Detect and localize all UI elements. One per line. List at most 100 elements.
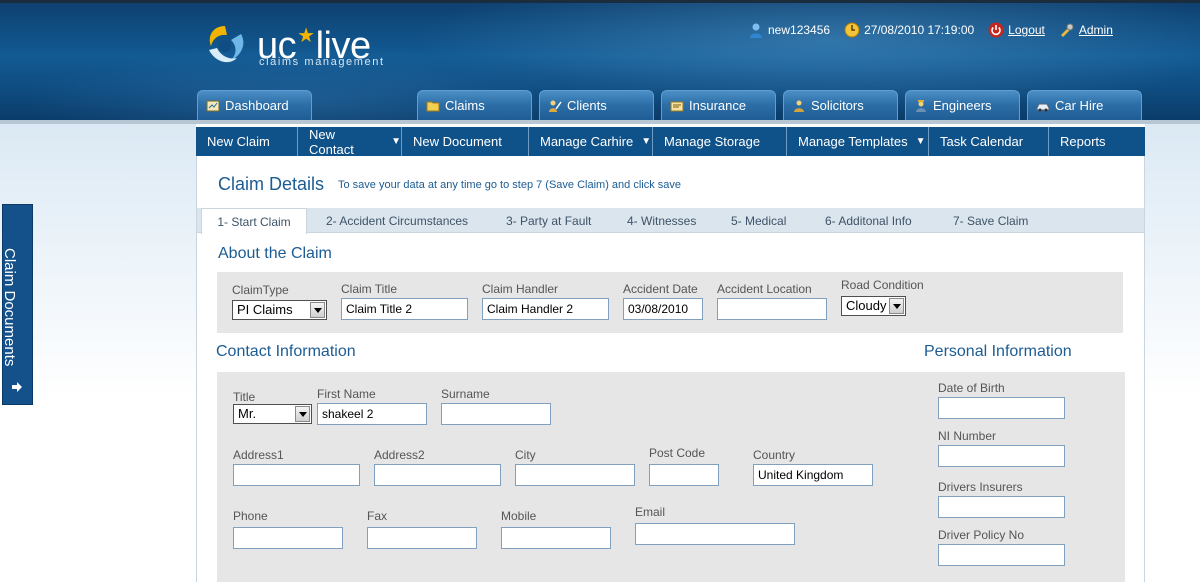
- fax-label: Fax: [367, 509, 388, 523]
- tab-label: Claims: [445, 98, 485, 113]
- submenu-label: Reports: [1060, 134, 1106, 149]
- surname-label: Surname: [441, 387, 490, 401]
- step-tab-additional-info[interactable]: 6- Additonal Info: [825, 208, 912, 233]
- page-hint: To save your data at any time go to step…: [338, 179, 681, 191]
- claim-handler-input[interactable]: Claim Handler 2: [482, 298, 609, 320]
- mobile-input[interactable]: [501, 527, 611, 549]
- engineers-icon: [916, 99, 926, 112]
- step-tab-medical[interactable]: 5- Medical: [731, 208, 786, 233]
- right-background: [1145, 124, 1200, 582]
- step-tab-save-claim[interactable]: 7- Save Claim: [953, 208, 1028, 233]
- tab-claims[interactable]: Claims: [417, 90, 532, 120]
- submenu-new-claim[interactable]: New Claim: [196, 127, 298, 156]
- fax-input[interactable]: [367, 527, 477, 549]
- dropdown-arrow-icon: [310, 302, 325, 318]
- dob-input[interactable]: [938, 397, 1065, 419]
- logout-link-wrap[interactable]: Logout: [988, 22, 1045, 38]
- caret-down-icon: ▼: [915, 136, 926, 147]
- address1-input[interactable]: [233, 464, 360, 486]
- page-title: Claim Details: [218, 174, 325, 194]
- submenu-task-calendar[interactable]: Task Calendar: [929, 127, 1049, 156]
- clock-icon: [844, 22, 860, 38]
- city-label: City: [515, 448, 536, 462]
- submenu-reports[interactable]: Reports: [1049, 127, 1145, 156]
- tab-label: Solicitors: [811, 98, 864, 113]
- admin-link[interactable]: Admin: [1079, 23, 1113, 37]
- ni-number-input[interactable]: [938, 445, 1065, 467]
- phone-label: Phone: [233, 509, 268, 523]
- post-code-label: Post Code: [649, 446, 706, 460]
- address2-input[interactable]: [374, 464, 501, 486]
- username: new123456: [768, 23, 831, 37]
- country-label: Country: [753, 448, 796, 462]
- accident-location-label: Accident Location: [717, 282, 812, 296]
- title-select[interactable]: Mr.: [233, 404, 312, 424]
- accident-location-input[interactable]: [717, 298, 827, 320]
- step-tab-accident-circumstances[interactable]: 2- Accident Circumstances: [326, 208, 468, 233]
- window-top-strip: [0, 0, 1200, 3]
- road-condition-select[interactable]: Cloudy: [841, 296, 906, 316]
- phone-input[interactable]: [233, 527, 343, 549]
- admin-link-wrap[interactable]: Admin: [1059, 22, 1113, 38]
- post-code-input[interactable]: [649, 464, 719, 486]
- city-input[interactable]: [515, 464, 635, 486]
- email-label: Email: [635, 505, 666, 519]
- step-label: 5- Medical: [731, 213, 787, 228]
- user-bar: new123456 27/08/2010 17:19:00 Logout Adm…: [748, 20, 1127, 40]
- sub-menu: New Claim New Contact ▼ New Document Man…: [196, 127, 1145, 157]
- submenu-new-document[interactable]: New Document: [402, 127, 529, 156]
- about-claim-heading: About the Claim: [218, 245, 332, 262]
- tab-solicitors[interactable]: Solicitors: [783, 90, 898, 120]
- accident-date-input[interactable]: 03/08/2010: [623, 298, 703, 320]
- claim-type-select[interactable]: PI Claims: [232, 300, 327, 320]
- tab-dashboard[interactable]: Dashboard: [197, 90, 312, 120]
- side-tab-label: Claim Documents: [1, 248, 18, 367]
- logo-star: ★: [297, 25, 315, 47]
- tab-label: Engineers: [933, 98, 992, 113]
- step-label: 7- Save Claim: [953, 213, 1029, 228]
- first-name-label: First Name: [317, 387, 376, 401]
- claim-handler-label: Claim Handler: [482, 282, 559, 296]
- country-input[interactable]: United Kingdom: [753, 464, 873, 486]
- title-label: Title: [233, 390, 256, 404]
- current-datetime: 27/08/2010 17:19:00: [864, 23, 975, 37]
- tab-label: Dashboard: [225, 98, 289, 113]
- surname-input[interactable]: [441, 403, 551, 425]
- step-tab-party-at-fault[interactable]: 3- Party at Fault: [506, 208, 591, 233]
- caret-down-icon: ▼: [641, 136, 652, 147]
- tab-clients[interactable]: Clients: [539, 90, 654, 120]
- submenu-label: Task Calendar: [940, 134, 1024, 149]
- caret-down-icon: ▼: [391, 136, 401, 147]
- logo-swirl-icon: [209, 26, 244, 63]
- driver-policy-no-input[interactable]: [938, 544, 1065, 566]
- claim-title-input[interactable]: Claim Title 2: [341, 298, 468, 320]
- step-label: 6- Additonal Info: [825, 213, 912, 228]
- solicitors-icon: [794, 100, 804, 112]
- email-input[interactable]: [635, 523, 795, 545]
- insurance-icon: [670, 101, 684, 111]
- submenu-manage-templates[interactable]: Manage Templates ▼: [787, 127, 929, 156]
- road-condition-label: Road Condition: [841, 278, 924, 292]
- first-name-input[interactable]: shakeel 2: [317, 403, 427, 425]
- main-content: Claim Details To save your data at any t…: [196, 156, 1145, 582]
- tab-engineers[interactable]: Engineers: [905, 90, 1020, 120]
- step-label: 3- Party at Fault: [506, 213, 592, 228]
- drivers-insurers-label: Drivers Insurers: [938, 480, 1023, 494]
- tab-insurance[interactable]: Insurance: [661, 90, 776, 120]
- step-tab-witnesses[interactable]: 4- Witnesses: [627, 208, 696, 233]
- step-tab-start-claim[interactable]: 1- Start Claim: [201, 208, 307, 234]
- tab-car-hire[interactable]: Car Hire: [1027, 90, 1142, 120]
- dropdown-arrow-icon: [295, 406, 310, 422]
- submenu-label: Manage Carhire: [540, 134, 634, 149]
- folder-icon: [426, 101, 440, 111]
- submenu-manage-storage[interactable]: Manage Storage: [653, 127, 787, 156]
- app-logo[interactable]: uc★live claims management: [201, 18, 401, 74]
- car-icon: [1036, 103, 1050, 111]
- logout-link[interactable]: Logout: [1008, 23, 1045, 37]
- step-label: 1- Start Claim: [217, 214, 291, 229]
- submenu-manage-carhire[interactable]: Manage Carhire ▼: [529, 127, 653, 156]
- logo-subtitle: claims management: [259, 56, 385, 68]
- personal-info-heading: Personal Information: [924, 343, 1072, 360]
- submenu-new-contact[interactable]: New Contact ▼: [298, 127, 402, 157]
- drivers-insurers-input[interactable]: [938, 496, 1065, 518]
